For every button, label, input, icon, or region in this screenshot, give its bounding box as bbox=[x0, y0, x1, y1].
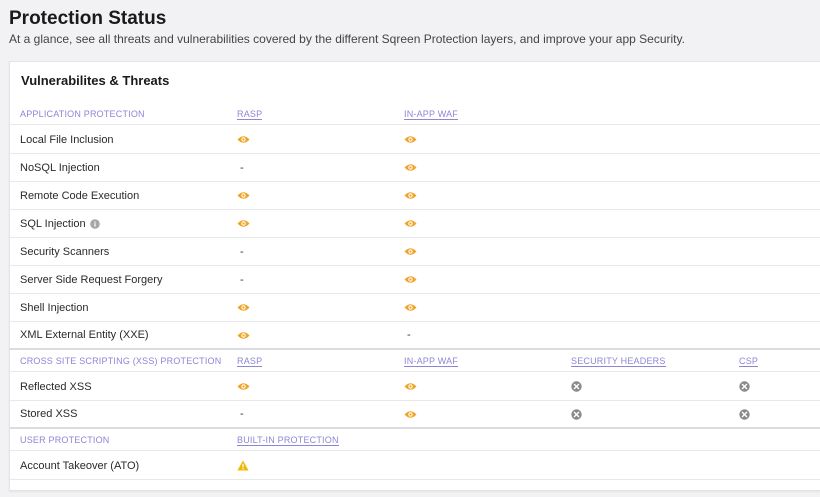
dash-label: - bbox=[240, 161, 244, 174]
table-row: Local File Inclusion bbox=[10, 126, 820, 154]
eye-icon[interactable] bbox=[404, 266, 417, 293]
header-label: CSP bbox=[739, 355, 759, 367]
threat-label: Server Side Request Forgery bbox=[20, 273, 163, 286]
threat-name: Stored XSS bbox=[20, 401, 77, 427]
threat-name: Account Takeover (ATO) bbox=[20, 452, 139, 479]
column-header[interactable]: RASP bbox=[237, 104, 263, 124]
table-row: Reflected XSS bbox=[10, 373, 820, 401]
threat-label: Reflected XSS bbox=[20, 380, 92, 393]
eye-icon[interactable] bbox=[404, 154, 417, 181]
info-icon[interactable] bbox=[89, 218, 100, 229]
table-row: Server Side Request Forgery - bbox=[10, 266, 820, 294]
dash-label: - bbox=[240, 408, 244, 420]
threat-name: NoSQL Injection bbox=[20, 154, 100, 181]
header-label: SECURITY HEADERS bbox=[571, 355, 666, 367]
header-label: RASP bbox=[237, 355, 263, 367]
header-label: RASP bbox=[237, 108, 263, 120]
header-label: IN-APP WAF bbox=[404, 108, 459, 120]
dash-label: - bbox=[407, 329, 411, 341]
header-label: USER PROTECTION bbox=[20, 435, 110, 445]
not-covered-dash: - bbox=[237, 401, 244, 427]
threat-name: XML External Entity (XXE) bbox=[20, 322, 149, 348]
table-row: Account Takeover (ATO) bbox=[10, 452, 820, 480]
threat-label: SQL Injection bbox=[20, 217, 86, 230]
page-title: Protection Status bbox=[9, 8, 167, 29]
cross-circle-icon[interactable] bbox=[571, 401, 582, 427]
eye-icon[interactable] bbox=[237, 210, 250, 237]
threat-name: Reflected XSS bbox=[20, 373, 92, 400]
cross-circle-icon[interactable] bbox=[739, 373, 750, 400]
not-covered-dash: - bbox=[237, 154, 244, 181]
not-covered-dash: - bbox=[237, 238, 244, 265]
card-title: Vulnerabilites & Threats bbox=[21, 73, 170, 88]
eye-icon[interactable] bbox=[404, 210, 417, 237]
cross-circle-icon[interactable] bbox=[571, 373, 582, 400]
section-title: USER PROTECTION bbox=[20, 430, 110, 450]
column-header[interactable]: CSP bbox=[739, 351, 759, 371]
threat-label: NoSQL Injection bbox=[20, 161, 100, 174]
eye-icon[interactable] bbox=[404, 373, 417, 400]
header-label: APPLICATION PROTECTION bbox=[20, 109, 145, 119]
section-title: APPLICATION PROTECTION bbox=[20, 104, 145, 124]
section-title: CROSS SITE SCRIPTING (XSS) PROTECTION bbox=[20, 351, 221, 371]
page-subtitle: At a glance, see all threats and vulnera… bbox=[9, 32, 685, 46]
eye-icon[interactable] bbox=[237, 294, 250, 321]
section-header-row: CROSS SITE SCRIPTING (XSS) PROTECTION RAS… bbox=[10, 351, 820, 372]
eye-icon[interactable] bbox=[404, 294, 417, 321]
eye-icon[interactable] bbox=[404, 238, 417, 265]
threat-label: Stored XSS bbox=[20, 408, 78, 420]
threat-name: SQL Injection bbox=[20, 210, 100, 237]
threat-label: Local File Inclusion bbox=[20, 133, 114, 146]
dash-label: - bbox=[240, 245, 244, 258]
table-row: Security Scanners - bbox=[10, 238, 820, 266]
header-label: CROSS SITE SCRIPTING (XSS) PROTECTION bbox=[20, 356, 222, 366]
eye-icon[interactable] bbox=[404, 401, 417, 427]
column-header[interactable]: IN-APP WAF bbox=[404, 351, 459, 371]
threat-name: Security Scanners bbox=[20, 238, 109, 265]
eye-icon[interactable] bbox=[237, 126, 250, 153]
eye-icon[interactable] bbox=[237, 373, 250, 400]
eye-icon[interactable] bbox=[237, 182, 250, 209]
section-header-row: USER PROTECTION BUILT-IN PROTECTION bbox=[10, 430, 820, 451]
threat-label: XML External Entity (XXE) bbox=[20, 329, 149, 341]
table-row: Shell Injection bbox=[10, 294, 820, 322]
eye-icon[interactable] bbox=[404, 126, 417, 153]
threat-label: Security Scanners bbox=[20, 245, 110, 258]
table-row: Remote Code Execution bbox=[10, 182, 820, 210]
threat-label: Remote Code Execution bbox=[20, 189, 140, 202]
header-label: IN-APP WAF bbox=[404, 355, 459, 367]
threat-name: Remote Code Execution bbox=[20, 182, 139, 209]
not-covered-dash: - bbox=[237, 266, 244, 293]
cross-circle-icon[interactable] bbox=[739, 401, 750, 427]
threat-name: Server Side Request Forgery bbox=[20, 266, 162, 293]
column-header[interactable]: RASP bbox=[237, 351, 263, 371]
eye-icon[interactable] bbox=[237, 322, 250, 348]
table-row: XML External Entity (XXE) - bbox=[10, 322, 820, 350]
not-covered-dash: - bbox=[404, 322, 411, 348]
threat-name: Local File Inclusion bbox=[20, 126, 114, 153]
column-header[interactable]: IN-APP WAF bbox=[404, 104, 459, 124]
section-header-row: APPLICATION PROTECTION RASP IN-APP WAF bbox=[10, 104, 820, 125]
dash-label: - bbox=[240, 273, 244, 286]
threat-label: Shell Injection bbox=[20, 301, 89, 314]
vulnerabilities-card: Vulnerabilites & Threats APPLICATION PRO… bbox=[9, 61, 820, 491]
table-row: NoSQL Injection - bbox=[10, 154, 820, 182]
header-label: BUILT-IN PROTECTION bbox=[237, 434, 339, 446]
warning-icon[interactable] bbox=[237, 452, 249, 479]
threat-label: Account Takeover (ATO) bbox=[20, 459, 140, 472]
table-row: Stored XSS - bbox=[10, 401, 820, 429]
threat-name: Shell Injection bbox=[20, 294, 89, 321]
column-header[interactable]: SECURITY HEADERS bbox=[571, 351, 666, 371]
table-row: SQL Injection bbox=[10, 210, 820, 238]
eye-icon[interactable] bbox=[404, 182, 417, 209]
column-header[interactable]: BUILT-IN PROTECTION bbox=[237, 430, 339, 450]
